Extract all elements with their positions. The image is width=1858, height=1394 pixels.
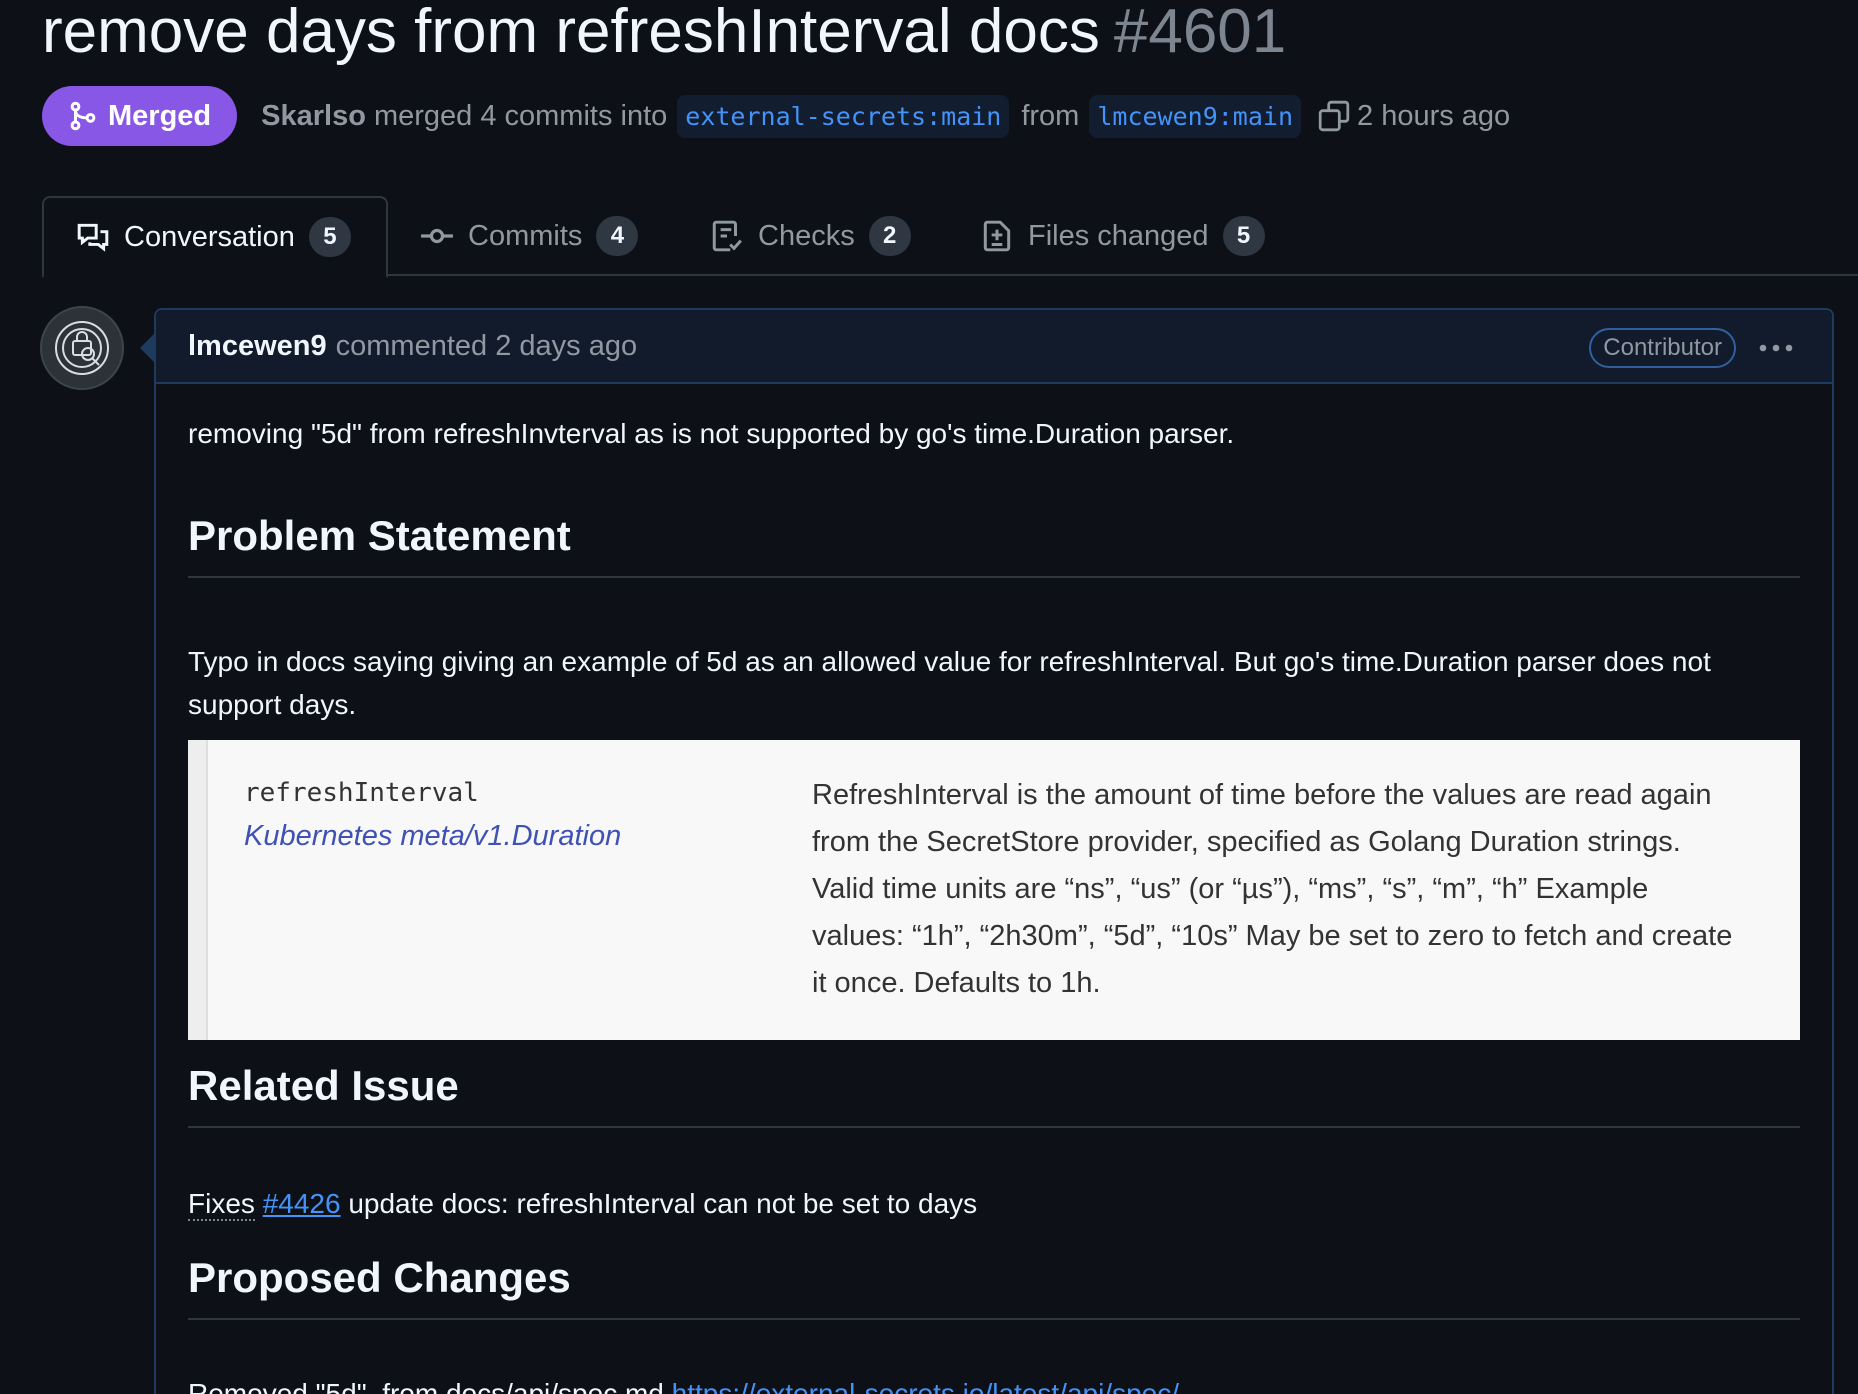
comment-box: lmcewen9 commented 2 days ago Contributo… xyxy=(154,308,1834,1394)
avatar[interactable] xyxy=(40,306,124,390)
tab-checks[interactable]: Checks 2 xyxy=(710,196,911,276)
tab-label: Checks xyxy=(758,219,855,252)
copy-icon[interactable] xyxy=(1317,99,1351,133)
contributor-badge: Contributor xyxy=(1589,328,1736,368)
comment-timestamp: commented 2 days ago xyxy=(335,329,638,362)
from-label: from xyxy=(1021,99,1080,132)
comment-discussion-icon xyxy=(77,223,109,252)
comment-caret xyxy=(140,334,154,362)
tab-label: Commits xyxy=(468,219,583,252)
issue-link[interactable]: #4426 xyxy=(263,1188,341,1219)
kebab-menu-icon[interactable] xyxy=(1756,328,1796,368)
base-branch[interactable]: external-secrets:main xyxy=(677,94,1010,138)
problem-text: Typo in docs saying giving an example of… xyxy=(188,646,1711,720)
head-branch[interactable]: lmcewen9:main xyxy=(1089,94,1302,138)
tab-label: Conversation xyxy=(124,220,295,253)
pr-meta: Merged Skarlso merged 4 commits into ext… xyxy=(42,86,1510,146)
proposed-changes-desc: Removed "5d", from docs/api/spec.md xyxy=(188,1378,672,1394)
comment-header: lmcewen9 commented 2 days ago Contributo… xyxy=(156,310,1832,384)
docs-side-bar xyxy=(188,740,208,1040)
git-commit-icon xyxy=(421,228,453,244)
merge-description: merged 4 commits into xyxy=(373,99,668,132)
pr-number: #4601 xyxy=(1113,0,1287,66)
status-label: Merged xyxy=(108,99,212,132)
docs-field-name: refreshInterval xyxy=(244,778,479,808)
docs-field-description: RefreshInterval is the amount of time be… xyxy=(812,779,1733,999)
merged-by-user[interactable]: Skarlso xyxy=(261,100,366,133)
docs-screenshot: refreshInterval Kubernetes meta/v1.Durat… xyxy=(188,740,1800,1040)
git-merge-icon xyxy=(70,101,96,131)
pr-tabs: Conversation 5 Commits 4 Checks 2 Files … xyxy=(42,196,1858,278)
heading-related-issue: Related Issue xyxy=(188,1060,1800,1128)
tab-counter: 2 xyxy=(868,216,911,256)
docs-field-type: Kubernetes meta/v1.Duration xyxy=(244,820,622,852)
tab-counter: 4 xyxy=(596,216,639,256)
proposed-changes-text: Removed "5d", from docs/api/spec.md http… xyxy=(188,1372,1179,1394)
comment-author[interactable]: lmcewen9 xyxy=(188,330,327,363)
related-issue-text: Fixes #4426 update docs: refreshInterval… xyxy=(188,1182,977,1225)
intro-text: removing "5d" from refreshInvterval as i… xyxy=(188,418,1235,449)
file-diff-icon xyxy=(983,220,1011,252)
merge-time: 2 hours ago xyxy=(1357,99,1511,132)
spec-link[interactable]: https://external-secrets.io/latest/api/s… xyxy=(672,1378,1179,1394)
tab-label: Files changed xyxy=(1028,219,1209,252)
tab-files-changed[interactable]: Files changed 5 xyxy=(980,196,1265,276)
page-title: remove days from refreshInterval docs #46… xyxy=(42,0,1286,64)
fixes-keyword: Fixes xyxy=(188,1188,255,1221)
tab-counter: 5 xyxy=(308,217,351,257)
tab-commits[interactable]: Commits 4 xyxy=(420,196,639,276)
tab-counter: 5 xyxy=(1222,216,1265,256)
pr-title-text: remove days from refreshInterval docs xyxy=(42,0,1100,66)
heading-problem-statement: Problem Statement xyxy=(188,510,1800,578)
docs-field-column: refreshInterval Kubernetes meta/v1.Durat… xyxy=(208,740,768,1040)
pull-request-page: remove days from refreshInterval docs #46… xyxy=(0,0,1858,1394)
status-badge: Merged xyxy=(42,86,238,146)
avatar-logo-icon xyxy=(55,321,109,375)
tab-conversation[interactable]: Conversation 5 xyxy=(42,196,388,278)
heading-proposed-changes: Proposed Changes xyxy=(188,1252,1800,1320)
issue-title: update docs: refreshInterval can not be … xyxy=(340,1188,978,1219)
checklist-icon xyxy=(712,220,742,252)
